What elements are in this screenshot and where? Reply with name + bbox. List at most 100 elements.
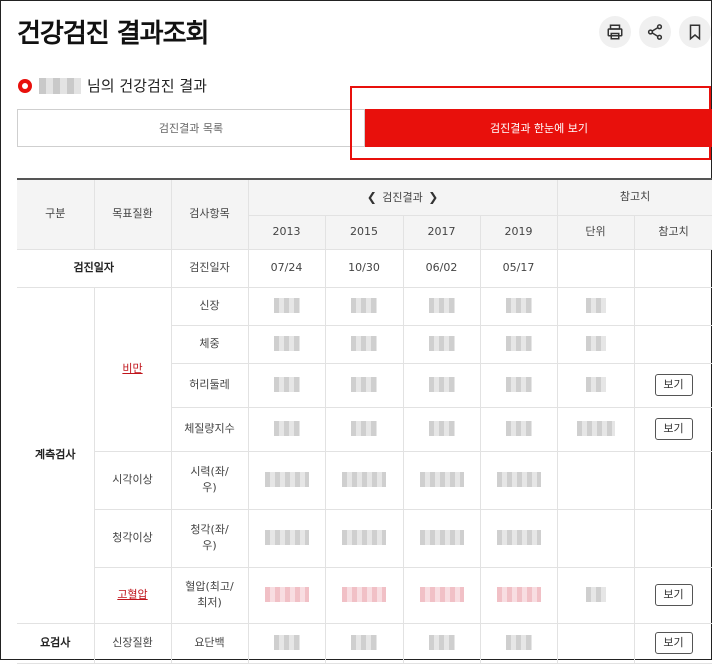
- masked-value: [479, 566, 558, 624]
- results-group-label: 검진결과: [382, 191, 423, 204]
- disease-obesity-link[interactable]: 비만: [122, 362, 142, 375]
- item-protein: 요단백: [170, 622, 249, 664]
- chevron-right-icon[interactable]: ❯: [426, 188, 440, 206]
- view-reference-button[interactable]: 보기: [654, 584, 693, 606]
- reference-cell: 보기: [633, 362, 712, 408]
- disease-hypertension: 고혈압: [94, 566, 172, 624]
- masked-value: [247, 362, 326, 408]
- reference-cell: [633, 324, 712, 364]
- masked-value: [402, 406, 481, 452]
- category-urine: 요검사: [17, 622, 95, 664]
- table-row: 청각이상 청각(좌/ 우): [17, 508, 712, 568]
- header-reference-group: 참고치: [556, 178, 712, 216]
- share-button[interactable]: [639, 16, 671, 48]
- masked-value: [247, 450, 326, 510]
- exam-date-category: 검진일자: [17, 248, 172, 288]
- results-table: 구분 목표질환 검사항목 ❮ 검진결과 ❯ 참고치 2013 2015 2017…: [17, 178, 712, 664]
- item-blood-pressure: 혈압(최고/ 최저): [170, 566, 249, 624]
- masked-value: [479, 508, 558, 568]
- page-title: 건강검진 결과조회: [17, 19, 209, 49]
- masked-value: [324, 622, 404, 664]
- masked-value: [479, 450, 558, 510]
- masked-value: [324, 362, 404, 408]
- header-year: 2019: [479, 214, 558, 250]
- masked-value: [479, 622, 558, 664]
- masked-value: [402, 362, 481, 408]
- masked-unit: [556, 324, 635, 364]
- item-hearing: 청각(좌/ 우): [170, 508, 249, 568]
- masked-unit: [556, 362, 635, 408]
- masked-value: [247, 508, 326, 568]
- exam-date-cell: 06/02: [402, 248, 481, 288]
- masked-value: [402, 622, 481, 664]
- view-reference-button[interactable]: 보기: [654, 418, 693, 440]
- item-bmi: 체질량지수: [171, 406, 249, 452]
- table-row: 고혈압 혈압(최고/ 최저) 보기: [17, 566, 712, 624]
- printer-icon: [607, 24, 623, 40]
- masked-value: [402, 566, 481, 624]
- view-reference-button[interactable]: 보기: [654, 374, 693, 396]
- item-waist: 허리둘레: [171, 362, 249, 408]
- table-row: 시각이상 시력(좌/ 우): [17, 450, 712, 510]
- category-measurement: 계측검사: [17, 286, 95, 624]
- item-height: 신장: [170, 286, 249, 326]
- tab-result-list[interactable]: 검진결과 목록: [17, 109, 365, 147]
- exam-date-cell: 05/17: [479, 248, 558, 288]
- result-owner-heading: 님의 건강검진 결과: [17, 75, 207, 96]
- item-vision: 시력(좌/ 우): [170, 450, 249, 510]
- masked-value: [247, 286, 326, 326]
- share-icon: [647, 24, 663, 40]
- view-reference-button[interactable]: 보기: [654, 632, 693, 654]
- reference-cell: [633, 508, 712, 568]
- header-target-disease: 목표질환: [93, 178, 172, 250]
- masked-value: [247, 324, 326, 364]
- header-results-group: ❮ 검진결과 ❯: [247, 178, 558, 216]
- print-button[interactable]: [599, 16, 631, 48]
- disease-kidney: 신장질환: [93, 622, 172, 664]
- table-row: 검진일자 검진일자 07/24 10/30 06/02 05/17: [17, 248, 712, 288]
- masked-value: [402, 286, 481, 326]
- record-dot-icon: [17, 78, 33, 94]
- disease-obesity: 비만: [93, 286, 172, 452]
- masked-value: [479, 362, 558, 408]
- header-year: 2017: [402, 214, 481, 250]
- exam-date-cell: 10/30: [324, 248, 404, 288]
- masked-value: [402, 324, 481, 364]
- masked-value: [324, 450, 404, 510]
- reference-cell: 보기: [633, 406, 712, 452]
- unit-cell: [556, 248, 635, 288]
- table-row: 요검사 신장질환 요단백 보기: [17, 622, 712, 664]
- masked-user-name: [39, 77, 81, 94]
- masked-value: [247, 406, 326, 452]
- result-owner-label: 님의 건강검진 결과: [87, 77, 207, 95]
- bookmark-icon: [689, 24, 701, 41]
- header-category: 구분: [17, 178, 95, 250]
- masked-unit: [556, 566, 635, 624]
- disease-vision: 시각이상: [94, 450, 172, 510]
- reference-cell: 보기: [633, 622, 712, 664]
- reference-cell: 보기: [633, 566, 712, 624]
- masked-value: [324, 286, 404, 326]
- unit-cell: [556, 508, 635, 568]
- reference-cell: [633, 450, 712, 510]
- bookmark-button[interactable]: [679, 16, 711, 48]
- masked-unit: [556, 406, 635, 452]
- header-year: 2013: [247, 214, 326, 250]
- item-weight: 체중: [171, 324, 249, 364]
- masked-value: [479, 324, 558, 364]
- masked-value: [402, 450, 481, 510]
- header-actions: [599, 16, 711, 48]
- tab-result-summary[interactable]: 검진결과 한눈에 보기: [365, 109, 712, 147]
- header-test-item: 검사항목: [170, 178, 249, 250]
- result-view-tabs: 검진결과 목록 검진결과 한눈에 보기: [17, 109, 712, 147]
- header-year: 2015: [324, 214, 404, 250]
- disease-hypertension-link[interactable]: 고혈압: [117, 588, 147, 601]
- masked-value: [324, 508, 404, 568]
- chevron-left-icon[interactable]: ❮: [365, 188, 379, 206]
- exam-date-item: 검진일자: [170, 248, 249, 288]
- exam-date-cell: 07/24: [247, 248, 326, 288]
- table-row: 계측검사 비만 신장: [17, 286, 712, 624]
- masked-value: [324, 324, 404, 364]
- masked-value: [479, 286, 558, 326]
- masked-value: [247, 622, 326, 664]
